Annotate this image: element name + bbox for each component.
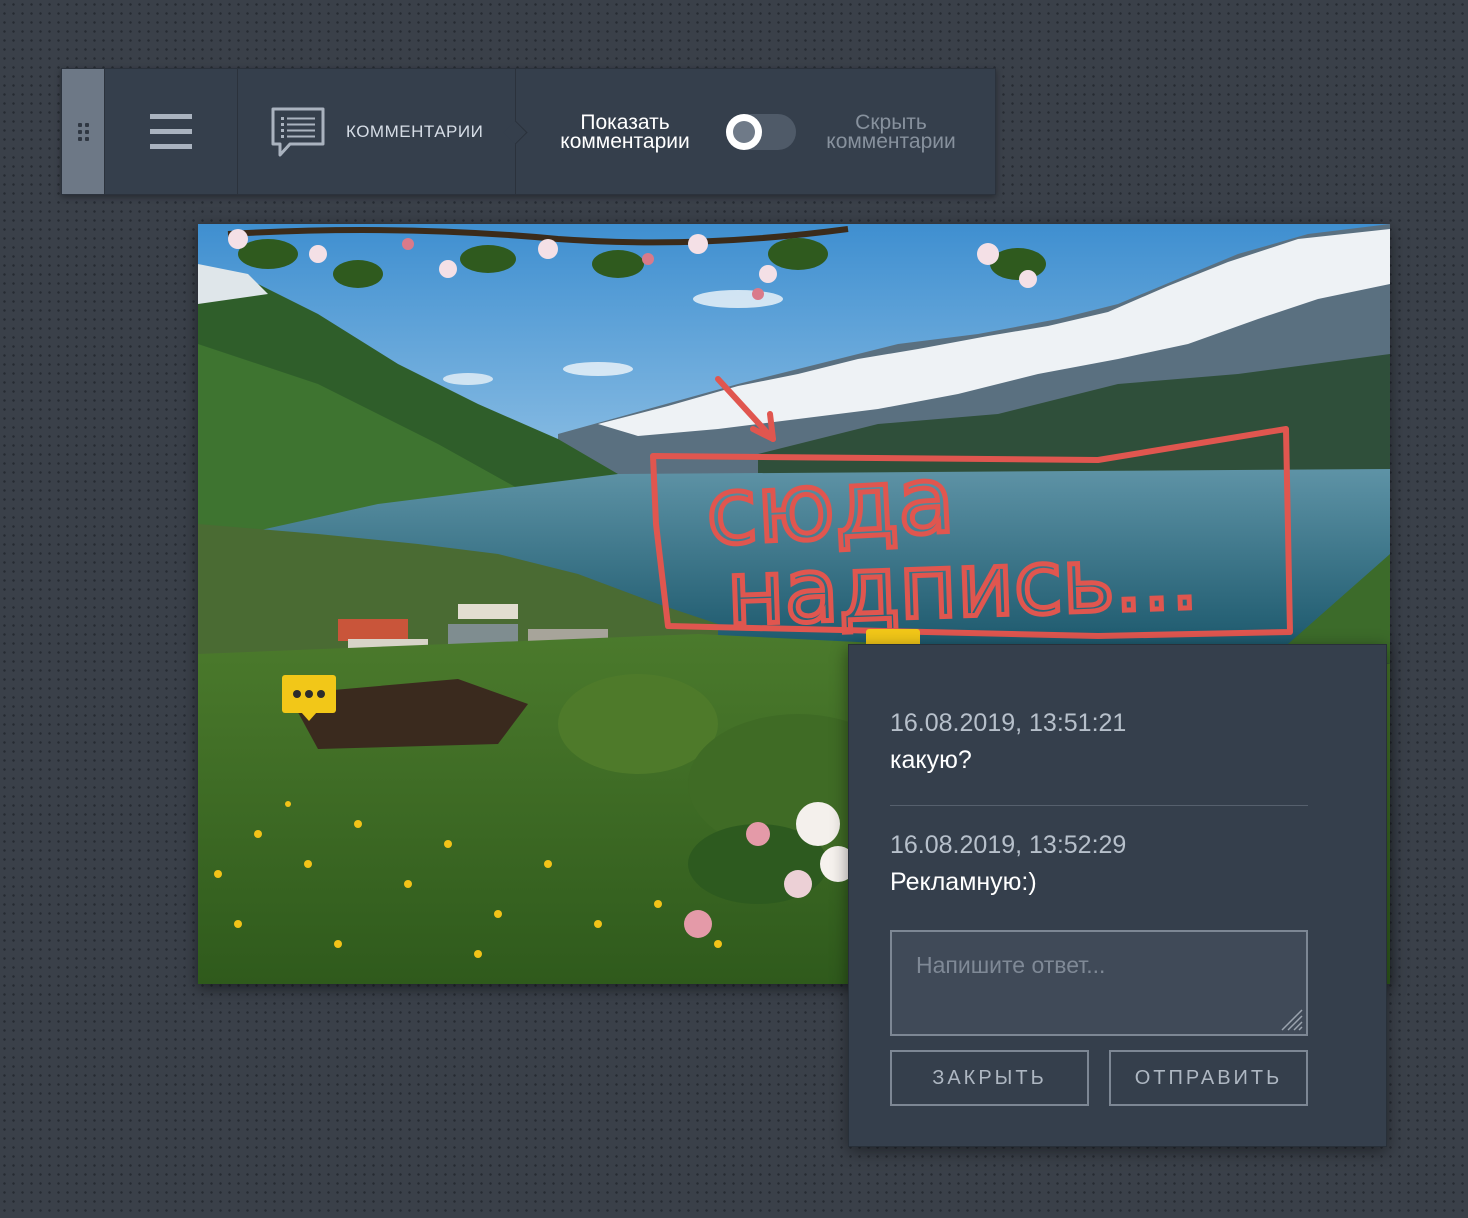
comments-tab[interactable]: КОММЕНТАРИИ — [238, 69, 516, 194]
drag-dots-icon — [77, 122, 89, 141]
toggle-knob — [726, 113, 762, 150]
reply-input[interactable]: Напишите ответ... — [890, 930, 1308, 1036]
comments-visibility-toggle-group: Показать комментарии Скрыть комментарии — [516, 69, 995, 194]
menu-button[interactable] — [105, 69, 238, 194]
comment-timestamp: 16.08.2019, 13:52:29 — [890, 831, 1127, 859]
comment-thread-popup: 16.08.2019, 13:51:21 какую? 16.08.2019, … — [848, 644, 1387, 1147]
comment-bubble-icon — [271, 107, 325, 156]
hamburger-icon — [150, 114, 192, 149]
hide-comments-label[interactable]: Скрыть комментарии — [816, 112, 966, 152]
reply-placeholder: Напишите ответ... — [916, 952, 1106, 978]
comment-text: Рекламную:) — [890, 868, 1037, 896]
comment-marker-icon[interactable] — [282, 675, 336, 721]
comment-item: 16.08.2019, 13:52:29 Рекламную:) — [890, 831, 1308, 897]
comment-text: какую? — [890, 746, 972, 774]
comments-tab-label: КОММЕНТАРИИ — [346, 121, 484, 141]
comment-divider — [890, 805, 1308, 806]
comment-timestamp: 16.08.2019, 13:51:21 — [890, 709, 1127, 737]
comment-item: 16.08.2019, 13:51:21 какую? — [890, 709, 1308, 775]
drag-handle[interactable] — [62, 69, 105, 194]
close-button[interactable]: ЗАКРЫТЬ — [890, 1050, 1089, 1106]
show-comments-label[interactable]: Показать комментарии — [550, 112, 700, 152]
send-button[interactable]: ОТПРАВИТЬ — [1109, 1050, 1308, 1106]
annotation-text-line2: надпись... — [725, 526, 1200, 645]
comments-toolbar: КОММЕНТАРИИ Показать комментарии Скрыть … — [61, 68, 996, 195]
resize-grip-icon[interactable] — [1278, 1006, 1304, 1032]
comments-visibility-toggle[interactable] — [726, 113, 796, 150]
